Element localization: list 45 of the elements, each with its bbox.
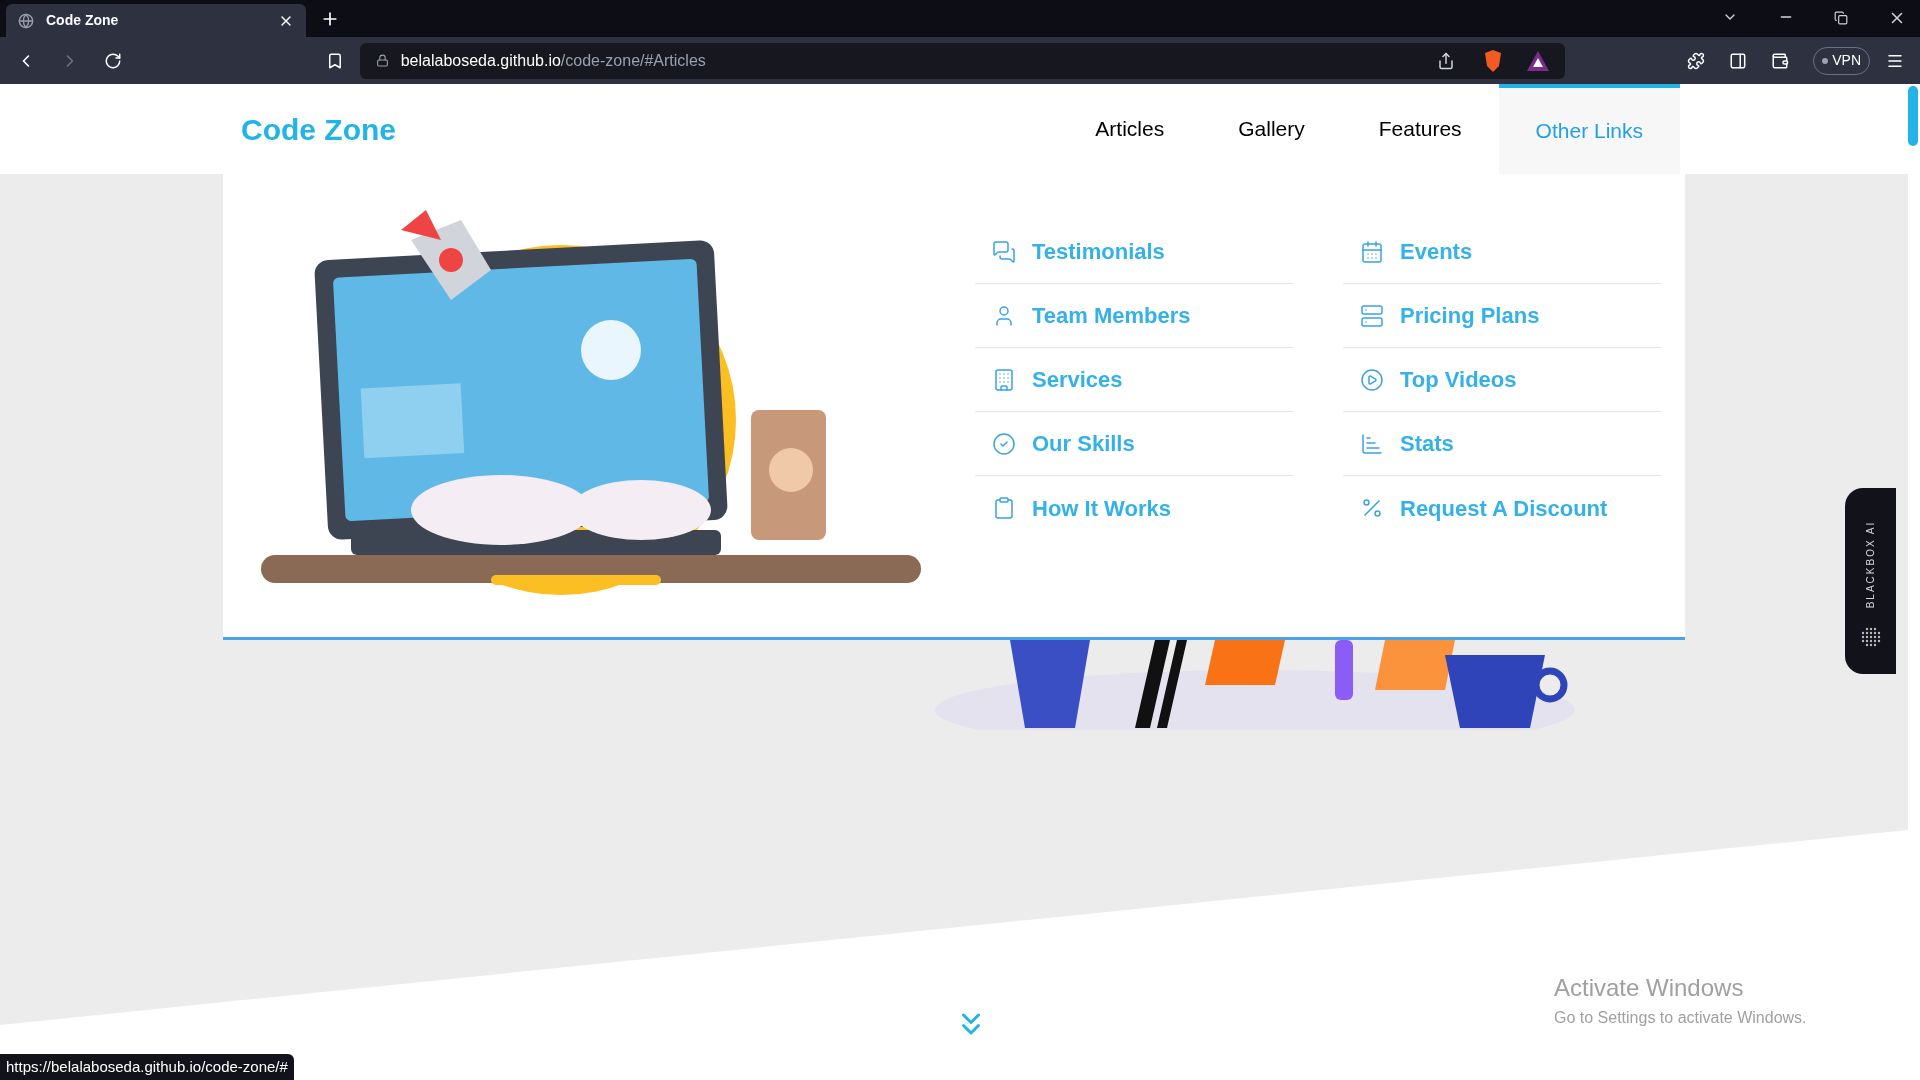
menu-link[interactable]: Team Members — [975, 284, 1293, 348]
percent-icon — [1360, 496, 1384, 520]
globe-icon — [18, 12, 34, 29]
check-circle-icon — [992, 431, 1016, 456]
status-url-tooltip: https://belalaboseda.github.io/code-zone/# — [0, 1053, 294, 1080]
chat-bubbles-icon — [992, 239, 1016, 264]
menu-link[interactable]: Pricing Plans — [1343, 284, 1661, 348]
scrollbar[interactable] — [1908, 84, 1920, 1080]
menu-link[interactable]: Services — [975, 348, 1293, 412]
menu-link[interactable]: Stats — [1343, 412, 1661, 476]
clipboard-icon — [992, 496, 1016, 520]
nav-link[interactable]: Articles — [1058, 84, 1202, 174]
building-icon — [992, 367, 1016, 392]
url-text: belalaboseda.github.io/code-zone/#Articles — [400, 50, 706, 71]
nav-link[interactable]: Gallery — [1201, 84, 1342, 174]
menu-link[interactable]: Request A Discount — [1343, 476, 1661, 540]
server-icon — [1360, 303, 1384, 328]
nav-link[interactable]: Features — [1341, 84, 1499, 174]
nav-link[interactable]: Other Links — [1498, 84, 1680, 174]
triangle-icon[interactable] — [1527, 50, 1550, 71]
menu-link[interactable]: Top Videos — [1343, 348, 1661, 412]
side-panel-tab[interactable]: BLACKBOX AI — [1845, 488, 1896, 674]
share-icon[interactable] — [1437, 51, 1456, 70]
scrollbar-thumb[interactable] — [1908, 86, 1918, 146]
activation-title: Activate Windows — [1554, 973, 1745, 1003]
extensions-icon[interactable] — [1687, 51, 1706, 70]
lock-icon — [375, 54, 389, 67]
menu-link[interactable]: How It Works — [975, 476, 1293, 540]
wallet-icon[interactable] — [1771, 51, 1790, 70]
activation-text: Go to Settings to activate Windows. — [1554, 1008, 1807, 1028]
browser-tab[interactable]: Code Zone — [6, 4, 306, 37]
play-circle-icon — [1360, 367, 1384, 392]
site-logo[interactable]: Code Zone — [241, 106, 396, 152]
bar-chart-icon — [1360, 431, 1384, 456]
menu-link[interactable]: Testimonials — [975, 220, 1293, 284]
side-tab-label: BLACKBOX AI — [1864, 520, 1877, 608]
calendar-icon — [1360, 239, 1384, 264]
restore-icon[interactable] — [1834, 11, 1848, 25]
sidebar-icon[interactable] — [1729, 51, 1748, 70]
menu-link[interactable]: Events — [1343, 220, 1661, 284]
address-bar[interactable]: belalaboseda.github.io/code-zone/#Articles — [359, 42, 1566, 79]
dotted-sphere-icon — [1859, 626, 1882, 648]
menu-link[interactable]: Our Skills — [975, 412, 1293, 476]
tab-title: Code Zone — [46, 11, 120, 30]
reload-icon[interactable] — [103, 51, 122, 70]
